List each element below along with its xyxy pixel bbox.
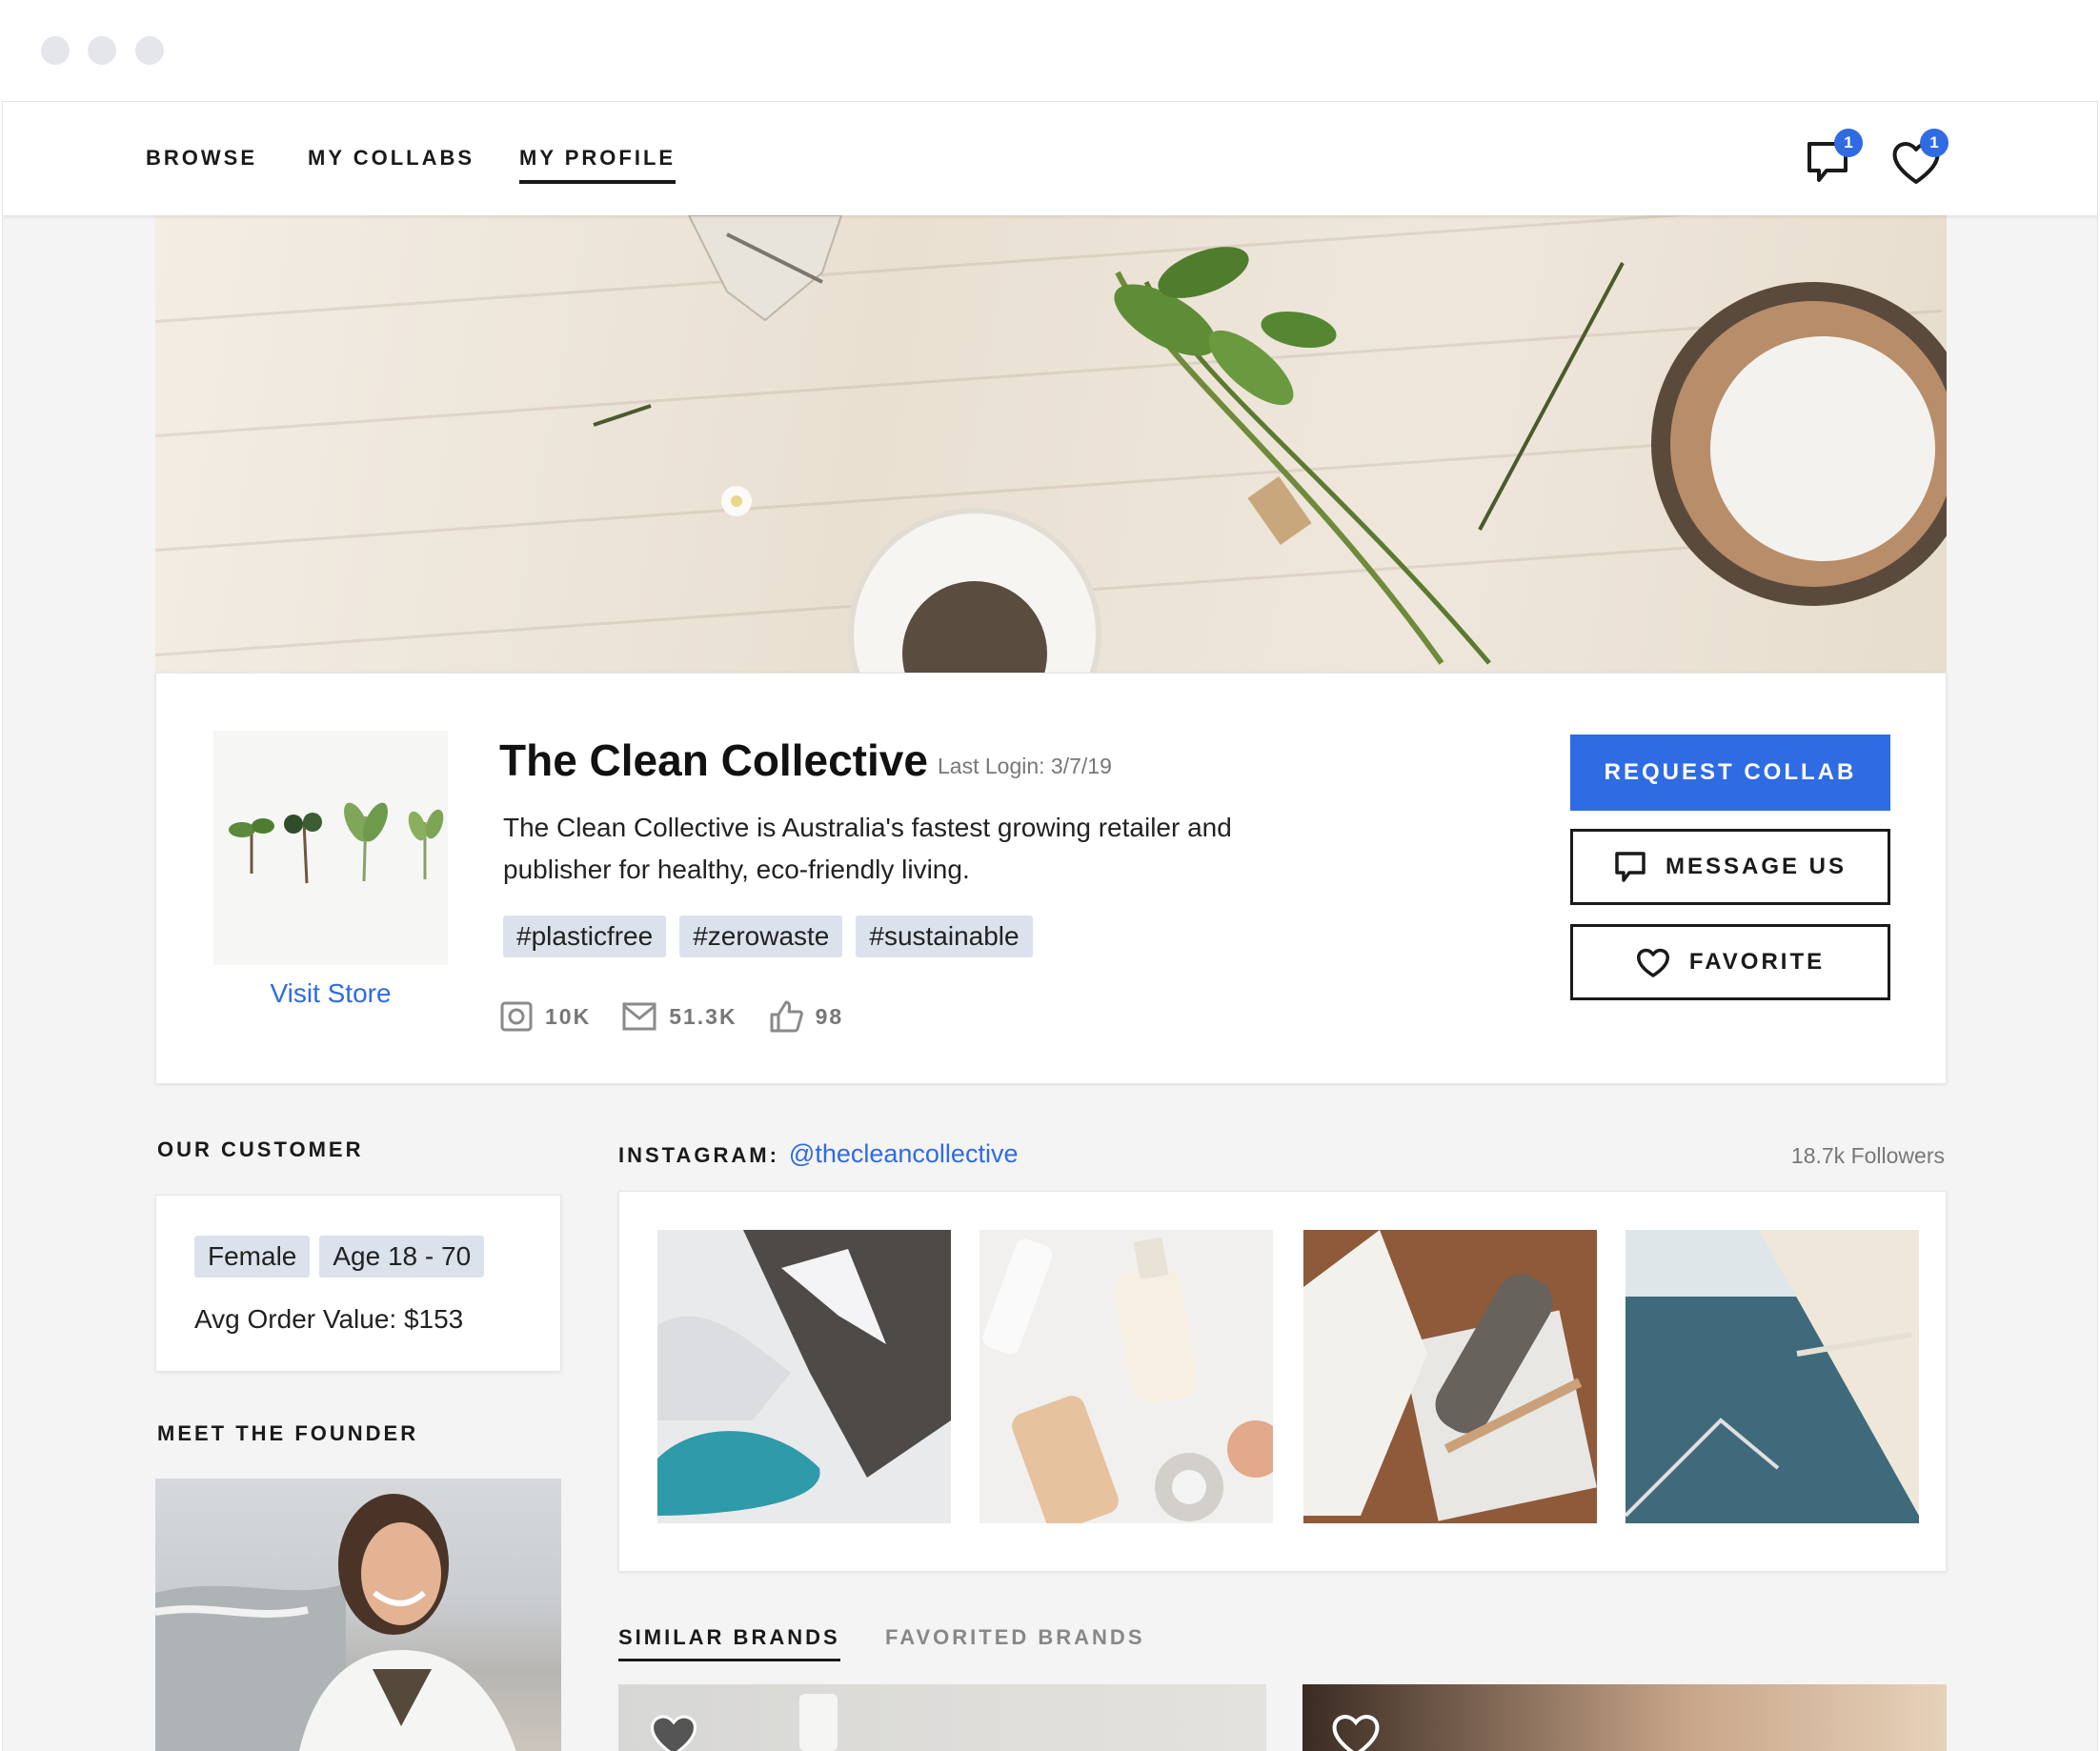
favorites-button[interactable]: 1 (1889, 129, 1949, 190)
instagram-photo[interactable] (1303, 1230, 1597, 1523)
similar-brand-card[interactable] (618, 1684, 1266, 1751)
age-tag: Age 18 - 70 (319, 1236, 485, 1278)
likes-stat: 98 (768, 999, 844, 1034)
chat-bubble-icon (1615, 852, 1646, 882)
favorites-badge: 1 (1920, 129, 1949, 157)
cover-photo (155, 215, 1947, 673)
tab-favorited-brands[interactable]: FAVORITED BRANDS (885, 1625, 1145, 1650)
meet-founder-heading: MEET THE FOUNDER (157, 1421, 419, 1445)
sprouts-logo-icon (229, 802, 444, 884)
window-titlebar (0, 0, 2100, 101)
bamboo-toothbrush-image-icon (1303, 1230, 1597, 1523)
email-count: 51.3K (669, 1003, 737, 1029)
instagram-photo[interactable] (657, 1230, 951, 1523)
skincare-products-image-icon (979, 1230, 1273, 1523)
request-collab-button[interactable]: REQUEST COLLAB (1570, 735, 1890, 811)
hashtag-list: #plasticfree #zerowaste #sustainable (503, 916, 1033, 957)
hashtag[interactable]: #zerowaste (679, 916, 843, 957)
brand-name: The Clean Collective (499, 735, 928, 785)
profile-card: Visit Store The Clean Collective Last Lo… (155, 673, 1947, 1084)
nav-browse[interactable]: BROWSE (146, 146, 257, 171)
envelope-icon (622, 1002, 656, 1031)
favorite-button[interactable]: FAVORITE (1570, 924, 1890, 1000)
favorite-label: FAVORITE (1688, 949, 1826, 975)
gender-tag: Female (194, 1236, 311, 1278)
instagram-handle-link[interactable]: @thecleancollective (789, 1139, 1019, 1168)
instagram-stat: 10K (499, 1000, 591, 1033)
thumbs-up-icon (770, 1000, 803, 1033)
email-stat: 51.3K (621, 1001, 737, 1032)
window-maximize-dot[interactable] (135, 36, 164, 65)
instagram-feed (618, 1191, 1947, 1572)
messages-badge: 1 (1834, 129, 1863, 157)
likes-count: 98 (815, 1003, 844, 1029)
herbs-illustration-icon (593, 215, 1947, 673)
nav-my-profile[interactable]: MY PROFILE (519, 146, 676, 184)
hashtag[interactable]: #plasticfree (503, 916, 667, 957)
avg-order-value: Avg Order Value: $153 (194, 1304, 464, 1334)
last-login: Last Login: 3/7/19 (938, 754, 1112, 778)
brand-description: The Clean Collective is Australia's fast… (503, 813, 1232, 884)
hashtag[interactable]: #sustainable (856, 916, 1033, 957)
followers-count: 18.7k Followers (1790, 1143, 1945, 1168)
founder-portrait-icon (155, 1494, 516, 1751)
instagram-photo[interactable] (1625, 1230, 1919, 1523)
mountain-lake-image-icon (657, 1230, 951, 1523)
stats-row: 10K 51.3K 98 (499, 999, 874, 1034)
tab-similar-brands[interactable]: SIMILAR BRANDS (618, 1625, 840, 1661)
instagram-photo[interactable] (979, 1230, 1273, 1523)
founder-photo (155, 1479, 561, 1751)
our-customer-heading: OUR CUSTOMER (157, 1137, 364, 1161)
brand-logo (213, 731, 448, 965)
heart-icon[interactable] (645, 1705, 702, 1751)
customer-card: Female Age 18 - 70 Avg Order Value: $153 (155, 1195, 561, 1372)
heart-icon (1636, 948, 1669, 977)
instagram-label: INSTAGRAM: (618, 1143, 779, 1167)
message-us-label: MESSAGE US (1665, 854, 1848, 879)
messages-button[interactable]: 1 (1804, 129, 1863, 190)
instagram-icon (500, 1001, 533, 1032)
similar-brand-card[interactable] (1302, 1684, 1947, 1751)
window-minimize-dot[interactable] (88, 36, 116, 65)
sailboat-ocean-image-icon (1625, 1230, 1919, 1523)
app-window: BROWSE MY COLLABS MY PROFILE 1 1 Visit S… (2, 101, 2098, 1751)
visit-store-link[interactable]: Visit Store (213, 978, 448, 1009)
top-nav: BROWSE MY COLLABS MY PROFILE 1 1 (3, 101, 2097, 215)
instagram-heading: INSTAGRAM: @thecleancollective (618, 1139, 1018, 1169)
nav-my-collabs[interactable]: MY COLLABS (308, 146, 475, 171)
heart-icon[interactable] (1327, 1705, 1384, 1751)
message-us-button[interactable]: MESSAGE US (1570, 829, 1890, 905)
instagram-count: 10K (545, 1003, 592, 1029)
window-close-dot[interactable] (41, 36, 70, 65)
